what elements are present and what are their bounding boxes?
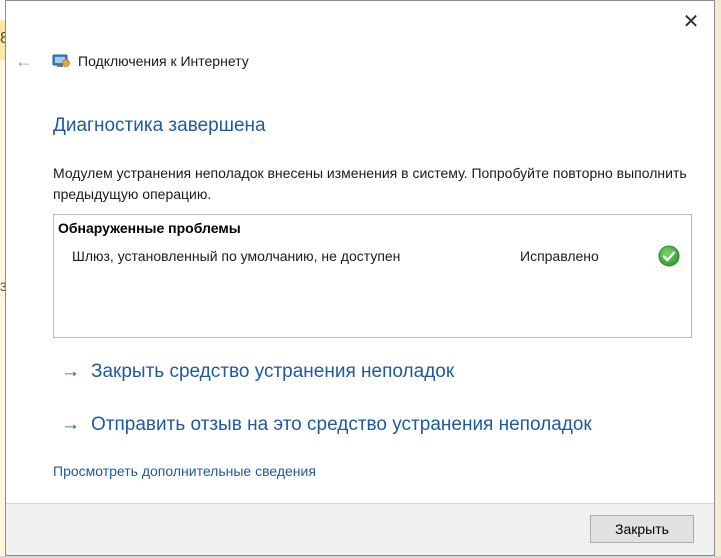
dialog-footer: Закрыть: [6, 503, 714, 555]
close-troubleshooter-link[interactable]: → Закрыть средство устранения неполадок: [61, 361, 454, 383]
network-connections-icon: [52, 54, 70, 67]
send-feedback-link[interactable]: → Отправить отзыв на это средство устране…: [61, 414, 592, 436]
problem-text: Шлюз, установленный по умолчанию, не дос…: [72, 248, 401, 264]
arrow-right-icon: →: [61, 414, 80, 435]
close-troubleshooter-label: Закрыть средство устранения неполадок: [91, 361, 455, 382]
check-circle-green-icon: [658, 245, 680, 267]
problems-panel: Обнаруженные проблемы Шлюз, установленны…: [53, 214, 692, 338]
window-title: Подключения к Интернету: [78, 53, 249, 69]
problem-row: Шлюз, установленный по умолчанию, не дос…: [54, 245, 691, 269]
send-feedback-label: Отправить отзыв на это средство устранен…: [91, 414, 592, 435]
more-info-link[interactable]: Просмотреть дополнительные сведения: [53, 463, 316, 479]
problem-status: Исправлено: [520, 248, 599, 264]
back-arrow-icon[interactable]: ←: [15, 51, 35, 71]
page-title: Диагностика завершена: [53, 115, 266, 136]
close-window-icon[interactable]: ✕: [682, 12, 700, 32]
troubleshooter-dialog: ✕ ← Подключения к Интернету Диагностика …: [5, 0, 715, 556]
result-description: Модулем устранения неполадок внесены изм…: [53, 165, 687, 202]
arrow-right-icon: →: [61, 361, 80, 382]
close-button[interactable]: Закрыть: [590, 515, 694, 543]
problems-header: Обнаруженные проблемы: [58, 220, 241, 236]
